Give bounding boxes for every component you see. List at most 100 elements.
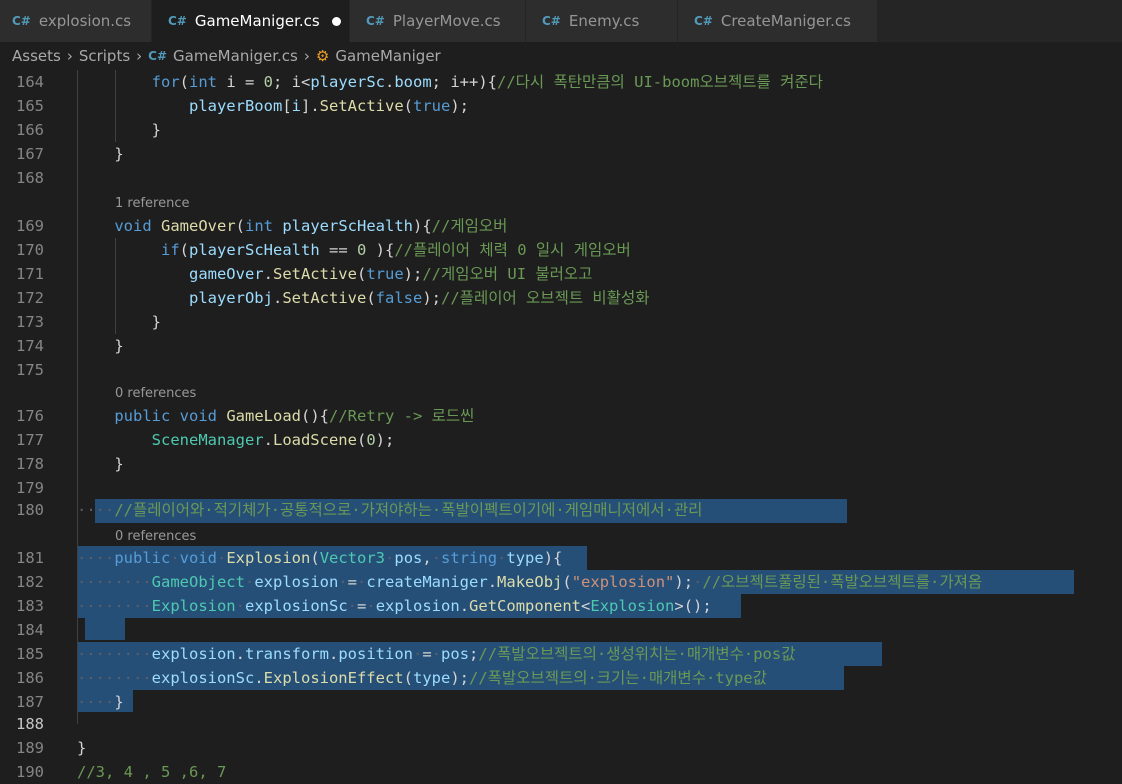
code-token: ); [422, 289, 442, 307]
code-text: } [77, 142, 123, 166]
code-token: SetActive [319, 97, 404, 115]
code-line[interactable]: 178 } [0, 452, 1122, 476]
code-line[interactable]: 168 [0, 166, 1122, 190]
line-number: 188 [16, 715, 44, 733]
code-line[interactable]: 185 ········explosion.transform.position·… [0, 642, 1122, 666]
code-token: //플레이어와·적기체가·공통적으로·가져야하는·폭발이펙트이기에·게임매니저에… [114, 501, 703, 519]
code-line[interactable]: 170 if(playerScHealth == 0 ){//플레이어 체력 0… [0, 238, 1122, 262]
code-token: explosion [254, 573, 339, 591]
code-token: pos [394, 549, 423, 567]
code-line[interactable]: 164 for(int i = 0; i<playerSc.boom; i++)… [0, 70, 1122, 94]
code-line[interactable]: 172 playerObj.SetActive(false);//플레이어 오브… [0, 286, 1122, 310]
code-token: true [366, 265, 404, 283]
code-token: . [385, 73, 395, 91]
code-token: · [217, 549, 227, 567]
code-line[interactable]: 166 } [0, 118, 1122, 142]
line-number: 169 [16, 217, 44, 235]
breadcrumb-assets[interactable]: Assets [12, 47, 61, 65]
code-token: //폭발오브젝트의·크기는·매개변수·type값 [468, 669, 767, 687]
code-line[interactable]: 188 [0, 712, 1122, 736]
code-editor[interactable]: 1 reference 0 references 0 references 16… [0, 70, 1122, 781]
code-text: SceneManager.LoadScene(0); [77, 428, 395, 452]
code-token: SetActive [282, 289, 367, 307]
line-number: 183 [16, 597, 44, 615]
code-line[interactable]: 173 } [0, 310, 1122, 334]
code-token: i [291, 97, 301, 115]
tab-createmaniger[interactable]: C# CreateManiger.cs [678, 0, 878, 42]
code-token: Explosion [590, 597, 675, 615]
unsaved-dot-icon[interactable] [331, 16, 341, 26]
code-line[interactable]: 184 [0, 618, 1122, 642]
code-token: ········ [77, 573, 152, 591]
codelens-references[interactable]: 0 references [115, 523, 196, 547]
tab-label: Enemy.cs [568, 12, 640, 30]
code-line[interactable]: 171 gameOver.SetActive(true);//게임오버 UI 불… [0, 262, 1122, 286]
code-text: ····//플레이어와·적기체가·공통적으로·가져야하는·폭발이펙트이기에·게임… [77, 498, 702, 522]
line-number: 175 [16, 361, 44, 379]
code-text: ········explosionSc.ExplosionEffect(type… [77, 666, 767, 690]
code-text: //3, 4 , 5 ,6, 7 [77, 760, 226, 784]
code-line[interactable]: 176 public void GameLoad(){//Retry -> 로드… [0, 404, 1122, 428]
code-line[interactable]: 189} [0, 736, 1122, 760]
code-token: · [244, 573, 255, 591]
code-line[interactable]: 190 //3, 4 , 5 ,6, 7 [0, 760, 1122, 784]
breadcrumb-scripts[interactable]: Scripts [79, 47, 130, 65]
code-token: 0 [263, 73, 274, 91]
code-token: . [263, 265, 273, 283]
code-token: ){ [366, 241, 395, 259]
code-line[interactable]: 186 ········explosionSc.ExplosionEffect(t… [0, 666, 1122, 690]
code-text: gameOver.SetActive(true);//게임오버 UI 불러오고 [77, 262, 592, 286]
code-token: ); [450, 669, 469, 687]
code-line[interactable]: 181 ····public·void·Explosion(Vector3·pos… [0, 546, 1122, 570]
code-token: //폭발오브젝트의·생성위치는·매개변수·pos값 [478, 645, 796, 663]
code-line[interactable]: 180 ····//플레이어와·적기체가·공통적으로·가져야하는·폭발이펙트이기에… [0, 498, 1122, 522]
tab-enemy[interactable]: C# Enemy.cs [526, 0, 678, 42]
line-number: 185 [16, 645, 44, 663]
code-token: ( [562, 573, 572, 591]
code-line[interactable]: 182 ········GameObject·explosion·=·create… [0, 570, 1122, 594]
code-line[interactable]: 174 } [0, 334, 1122, 358]
code-token: · [366, 597, 376, 615]
tab-explosion[interactable]: C# explosion.cs [0, 0, 152, 42]
code-token: playerScHealth [282, 217, 413, 235]
code-line[interactable]: 167 } [0, 142, 1122, 166]
tab-playermove[interactable]: C# PlayerMove.cs [350, 0, 526, 42]
tab-gamemaniger[interactable]: C# GameManiger.cs [152, 0, 350, 42]
code-token: "explosion" [571, 573, 675, 591]
tab-label: explosion.cs [38, 12, 132, 30]
breadcrumb-class[interactable]: GameManiger [335, 47, 440, 65]
code-line[interactable]: 187 ····} [0, 690, 1122, 714]
code-line[interactable]: 177 SceneManager.LoadScene(0); [0, 428, 1122, 452]
codelens-references[interactable]: 0 references [115, 380, 196, 404]
code-token: MakeObj [497, 573, 563, 591]
code-line[interactable]: 175 [0, 358, 1122, 382]
code-line[interactable]: 169 void GameOver(int playerScHealth){//… [0, 214, 1122, 238]
code-token: int [245, 217, 273, 235]
line-number: 186 [16, 669, 44, 687]
code-line[interactable]: 183 ········Explosion·explosionSc·=·explo… [0, 594, 1122, 618]
code-text: } [77, 334, 124, 358]
code-token: ); [375, 431, 395, 449]
code-token: ········ [77, 597, 152, 615]
line-number: 172 [16, 289, 44, 307]
breadcrumb-file[interactable]: GameManiger.cs [173, 47, 298, 65]
code-token: } [114, 337, 124, 355]
code-token: if [161, 241, 180, 259]
code-token: ( [179, 241, 190, 259]
line-number: 164 [16, 73, 44, 91]
code-line[interactable]: 179 [0, 476, 1122, 500]
line-number: 167 [16, 145, 44, 163]
code-token: . [459, 597, 470, 615]
code-token: · [413, 645, 423, 663]
code-line[interactable]: 165 playerBoom[i].SetActive(true); [0, 94, 1122, 118]
code-token: GetComponent [469, 597, 582, 615]
codelens-references[interactable]: 1 reference [115, 190, 189, 214]
